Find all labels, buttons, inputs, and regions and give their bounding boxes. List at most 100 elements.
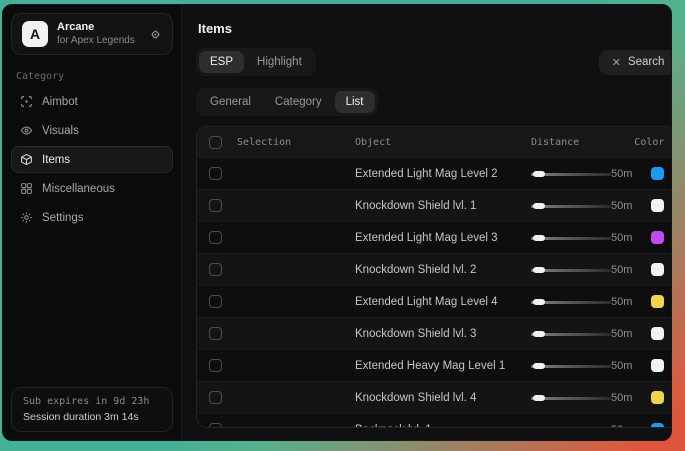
select-all-checkbox[interactable]	[209, 136, 222, 149]
row-checkbox-cell	[197, 327, 237, 340]
slider-thumb[interactable]	[533, 299, 545, 305]
distance-value: 50m	[611, 264, 632, 276]
row-checkbox[interactable]	[209, 199, 222, 212]
tab-general[interactable]: General	[199, 91, 262, 113]
sidebar-item-label: Visuals	[42, 125, 79, 137]
row-checkbox[interactable]	[209, 263, 222, 276]
distance-slider[interactable]	[531, 360, 611, 372]
sidebar-item-settings[interactable]: Settings	[11, 204, 173, 231]
color-cell	[651, 167, 664, 180]
color-cell	[651, 295, 664, 308]
distance-cell: 50m	[531, 424, 632, 429]
color-cell	[651, 359, 664, 372]
row-checkbox[interactable]	[209, 231, 222, 244]
sidebar-item-aimbot[interactable]: Aimbot	[11, 88, 173, 115]
table-row: Knockdown Shield lvl. 450m	[197, 381, 672, 413]
slider-thumb[interactable]	[533, 363, 545, 369]
tab-category[interactable]: Category	[264, 91, 333, 113]
object-name: Extended Light Mag Level 4	[355, 296, 531, 308]
tab-list[interactable]: List	[335, 91, 375, 113]
app-logo: A	[22, 21, 48, 47]
row-checkbox[interactable]	[209, 391, 222, 404]
row-checkbox-cell	[197, 263, 237, 276]
column-header-distance: Distance	[531, 137, 632, 148]
row-checkbox[interactable]	[209, 327, 222, 340]
distance-cell: 50m	[531, 168, 632, 180]
object-name: Extended Heavy Mag Level 1	[355, 360, 531, 372]
slider-thumb[interactable]	[533, 235, 545, 241]
slider-thumb[interactable]	[533, 267, 545, 273]
sidebar-item-label: Miscellaneous	[42, 183, 115, 195]
diamond-locate-icon[interactable]	[149, 28, 162, 41]
color-swatch[interactable]	[651, 263, 664, 276]
brand-card: A Arcane for Apex Legends	[11, 13, 173, 55]
object-name: Knockdown Shield lvl. 4	[355, 392, 531, 404]
distance-value: 50m	[611, 424, 632, 429]
session-info-card: Sub expires in 9d 23h Session duration 3…	[11, 387, 173, 432]
color-cell	[651, 231, 664, 244]
color-swatch[interactable]	[651, 327, 664, 340]
slider-thumb[interactable]	[533, 331, 545, 337]
table-row: Knockdown Shield lvl. 350m	[197, 317, 672, 349]
distance-value: 50m	[611, 200, 632, 212]
distance-slider[interactable]	[531, 200, 611, 212]
color-cell	[651, 423, 664, 428]
distance-cell: 50m	[531, 232, 632, 244]
distance-slider[interactable]	[531, 232, 611, 244]
color-cell	[651, 327, 664, 340]
column-header-selection: Selection	[237, 137, 355, 148]
slider-thumb[interactable]	[533, 203, 545, 209]
tab-highlight[interactable]: Highlight	[246, 51, 313, 73]
color-swatch[interactable]	[651, 167, 664, 180]
row-checkbox-cell	[197, 295, 237, 308]
main-panel: Items ESPHighlight ✕ Search GeneralCateg…	[181, 5, 672, 440]
distance-slider[interactable]	[531, 168, 611, 180]
slider-thumb[interactable]	[533, 395, 545, 401]
row-checkbox[interactable]	[209, 359, 222, 372]
object-name: Knockdown Shield lvl. 2	[355, 264, 531, 276]
search-button[interactable]: ✕ Search	[599, 50, 672, 75]
items-table: Selection Object Distance Color Extended…	[196, 126, 672, 428]
distance-slider[interactable]	[531, 296, 611, 308]
table-row: Extended Heavy Mag Level 150m	[197, 349, 672, 381]
distance-slider[interactable]	[531, 424, 611, 429]
row-checkbox[interactable]	[209, 423, 222, 428]
distance-value: 50m	[611, 296, 632, 308]
row-checkbox[interactable]	[209, 295, 222, 308]
row-checkbox-cell	[197, 167, 237, 180]
color-swatch[interactable]	[651, 391, 664, 404]
sidebar-item-items[interactable]: Items	[11, 146, 173, 173]
distance-cell: 50m	[531, 296, 632, 308]
distance-cell: 50m	[531, 264, 632, 276]
row-checkbox-cell	[197, 359, 237, 372]
sidebar-item-miscellaneous[interactable]: Miscellaneous	[11, 175, 173, 202]
color-swatch[interactable]	[651, 423, 664, 428]
color-swatch[interactable]	[651, 231, 664, 244]
slider-thumb[interactable]	[533, 171, 545, 177]
column-header-object: Object	[355, 137, 531, 148]
color-swatch[interactable]	[651, 295, 664, 308]
row-checkbox[interactable]	[209, 167, 222, 180]
color-swatch[interactable]	[651, 199, 664, 212]
tab-esp[interactable]: ESP	[199, 51, 244, 73]
distance-value: 50m	[611, 168, 632, 180]
distance-slider[interactable]	[531, 392, 611, 404]
sidebar-item-visuals[interactable]: Visuals	[11, 117, 173, 144]
controls-row: ESPHighlight ✕ Search	[196, 48, 672, 76]
row-checkbox-cell	[197, 199, 237, 212]
table-row: Knockdown Shield lvl. 2 50m	[197, 253, 672, 285]
slider-thumb[interactable]	[533, 427, 545, 429]
color-cell	[651, 391, 664, 404]
color-swatch[interactable]	[651, 359, 664, 372]
distance-cell: 50m	[531, 360, 632, 372]
distance-slider[interactable]	[531, 264, 611, 276]
search-shortcut-icon: ✕	[612, 56, 621, 69]
distance-slider[interactable]	[531, 328, 611, 340]
object-name: Backpack lvl. 1	[355, 424, 531, 429]
app-name: Arcane	[57, 21, 140, 35]
table-row: Extended Light Mag Level 250m	[197, 157, 672, 189]
sidebar-item-label: Settings	[42, 212, 84, 224]
distance-cell: 50m	[531, 392, 632, 404]
table-row: Extended Light Mag Level 4 50m	[197, 285, 672, 317]
category-section-label: Category	[16, 71, 173, 82]
